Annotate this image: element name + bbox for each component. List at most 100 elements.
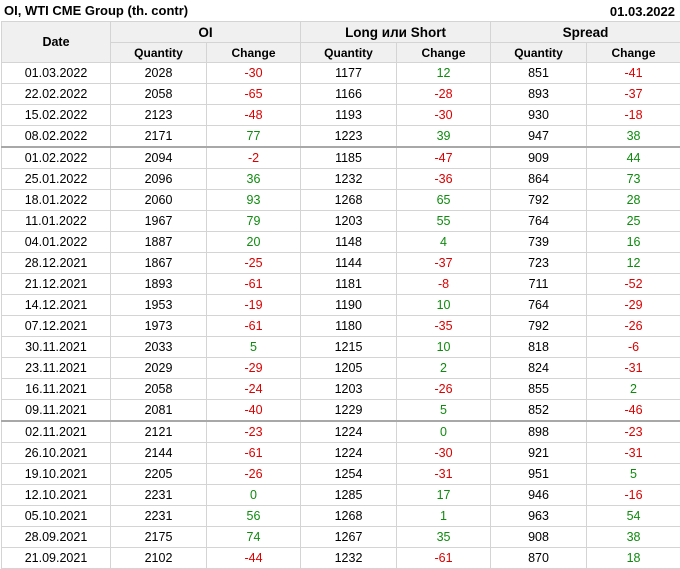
table-row: 12.10.202122310128517946-16 (2, 485, 680, 506)
long-short-quantity-cell: 1203 (301, 211, 397, 232)
spread-change-cell: -31 (587, 443, 680, 464)
spread-quantity-cell: 908 (491, 527, 587, 548)
long-short-change-cell: 5 (397, 400, 491, 422)
long-short-change-cell: -28 (397, 84, 491, 105)
long-short-change-header: Change (397, 43, 491, 63)
spread-change-cell: -29 (587, 295, 680, 316)
table-row: 28.12.20211867-251144-3772312 (2, 253, 680, 274)
oi-change-cell: -19 (207, 295, 301, 316)
spread-quantity-cell: 893 (491, 84, 587, 105)
table-row: 25.01.20222096361232-3686473 (2, 169, 680, 190)
date-cell: 19.10.2021 (2, 464, 111, 485)
long-short-quantity-cell: 1229 (301, 400, 397, 422)
spread-change-cell: -46 (587, 400, 680, 422)
date-cell: 05.10.2021 (2, 506, 111, 527)
spread-quantity-cell: 870 (491, 548, 587, 569)
date-cell: 14.12.2021 (2, 295, 111, 316)
table-row: 30.11.202120335121510818-6 (2, 337, 680, 358)
spread-change-cell: 25 (587, 211, 680, 232)
oi-change-cell: 93 (207, 190, 301, 211)
table-row: 08.02.202221717712233994738 (2, 126, 680, 148)
table-header: Date OI Long или Short Spread Quantity C… (2, 22, 680, 63)
table-row: 26.10.20212144-611224-30921-31 (2, 443, 680, 464)
spread-quantity-cell: 739 (491, 232, 587, 253)
oi-change-cell: 36 (207, 169, 301, 190)
spread-quantity-cell: 723 (491, 253, 587, 274)
date-cell: 08.02.2022 (2, 126, 111, 148)
spread-change-cell: 18 (587, 548, 680, 569)
oi-quantity-cell: 2096 (111, 169, 207, 190)
spread-change-cell: 2 (587, 379, 680, 400)
long-short-quantity-cell: 1254 (301, 464, 397, 485)
long-short-change-cell: -36 (397, 169, 491, 190)
long-short-quantity-cell: 1205 (301, 358, 397, 379)
date-cell: 26.10.2021 (2, 443, 111, 464)
table-body: 01.03.20222028-30117712851-4122.02.20222… (2, 63, 680, 569)
long-short-change-cell: -31 (397, 464, 491, 485)
long-short-quantity-cell: 1285 (301, 485, 397, 506)
long-short-change-cell: 35 (397, 527, 491, 548)
spread-quantity-cell: 947 (491, 126, 587, 148)
spread-quantity-cell: 909 (491, 147, 587, 169)
spread-quantity-cell: 963 (491, 506, 587, 527)
oi-change-cell: 20 (207, 232, 301, 253)
date-cell: 16.11.2021 (2, 379, 111, 400)
long-short-change-cell: -61 (397, 548, 491, 569)
report-date: 01.03.2022 (610, 4, 675, 19)
spread-quantity-cell: 711 (491, 274, 587, 295)
spread-change-cell: 54 (587, 506, 680, 527)
long-short-change-cell: -8 (397, 274, 491, 295)
oi-quantity-cell: 2029 (111, 358, 207, 379)
spread-quantity-cell: 818 (491, 337, 587, 358)
long-short-quantity-header: Quantity (301, 43, 397, 63)
oi-quantity-cell: 2058 (111, 84, 207, 105)
oi-quantity-cell: 1953 (111, 295, 207, 316)
long-short-change-cell: -35 (397, 316, 491, 337)
oi-change-cell: 5 (207, 337, 301, 358)
long-short-change-cell: -47 (397, 147, 491, 169)
date-cell: 04.01.2022 (2, 232, 111, 253)
date-cell: 25.01.2022 (2, 169, 111, 190)
table-row: 23.11.20212029-2912052824-31 (2, 358, 680, 379)
table-row: 19.10.20212205-261254-319515 (2, 464, 680, 485)
spread-change-cell: -41 (587, 63, 680, 84)
long-short-change-cell: 65 (397, 190, 491, 211)
spread-change-cell: 12 (587, 253, 680, 274)
long-short-quantity-cell: 1232 (301, 169, 397, 190)
oi-change-cell: -61 (207, 274, 301, 295)
table-row: 02.11.20212121-2312240898-23 (2, 421, 680, 443)
date-cell: 30.11.2021 (2, 337, 111, 358)
long-short-quantity-cell: 1185 (301, 147, 397, 169)
oi-quantity-cell: 1973 (111, 316, 207, 337)
spread-change-cell: 5 (587, 464, 680, 485)
oi-change-cell: -61 (207, 316, 301, 337)
long-short-change-cell: 55 (397, 211, 491, 232)
date-cell: 01.03.2022 (2, 63, 111, 84)
spread-change-cell: -18 (587, 105, 680, 126)
long-short-quantity-cell: 1268 (301, 190, 397, 211)
date-cell: 21.12.2021 (2, 274, 111, 295)
spread-change-cell: -52 (587, 274, 680, 295)
spread-quantity-cell: 930 (491, 105, 587, 126)
long-short-change-cell: 1 (397, 506, 491, 527)
oi-quantity-cell: 2123 (111, 105, 207, 126)
date-cell: 28.12.2021 (2, 253, 111, 274)
spread-change-cell: 44 (587, 147, 680, 169)
long-short-quantity-cell: 1268 (301, 506, 397, 527)
date-cell: 22.02.2022 (2, 84, 111, 105)
spread-change-cell: -31 (587, 358, 680, 379)
spread-quantity-cell: 851 (491, 63, 587, 84)
long-short-quantity-cell: 1181 (301, 274, 397, 295)
table-row: 21.09.20212102-441232-6187018 (2, 548, 680, 569)
long-short-quantity-cell: 1232 (301, 548, 397, 569)
spread-change-cell: -16 (587, 485, 680, 506)
date-cell: 02.11.2021 (2, 421, 111, 443)
long-short-quantity-cell: 1203 (301, 379, 397, 400)
table-row: 18.01.202220609312686579228 (2, 190, 680, 211)
spread-quantity-cell: 898 (491, 421, 587, 443)
table-row: 21.12.20211893-611181-8711-52 (2, 274, 680, 295)
date-cell: 23.11.2021 (2, 358, 111, 379)
date-cell: 18.01.2022 (2, 190, 111, 211)
oi-table: Date OI Long или Short Spread Quantity C… (1, 21, 680, 569)
oi-quantity-cell: 2205 (111, 464, 207, 485)
